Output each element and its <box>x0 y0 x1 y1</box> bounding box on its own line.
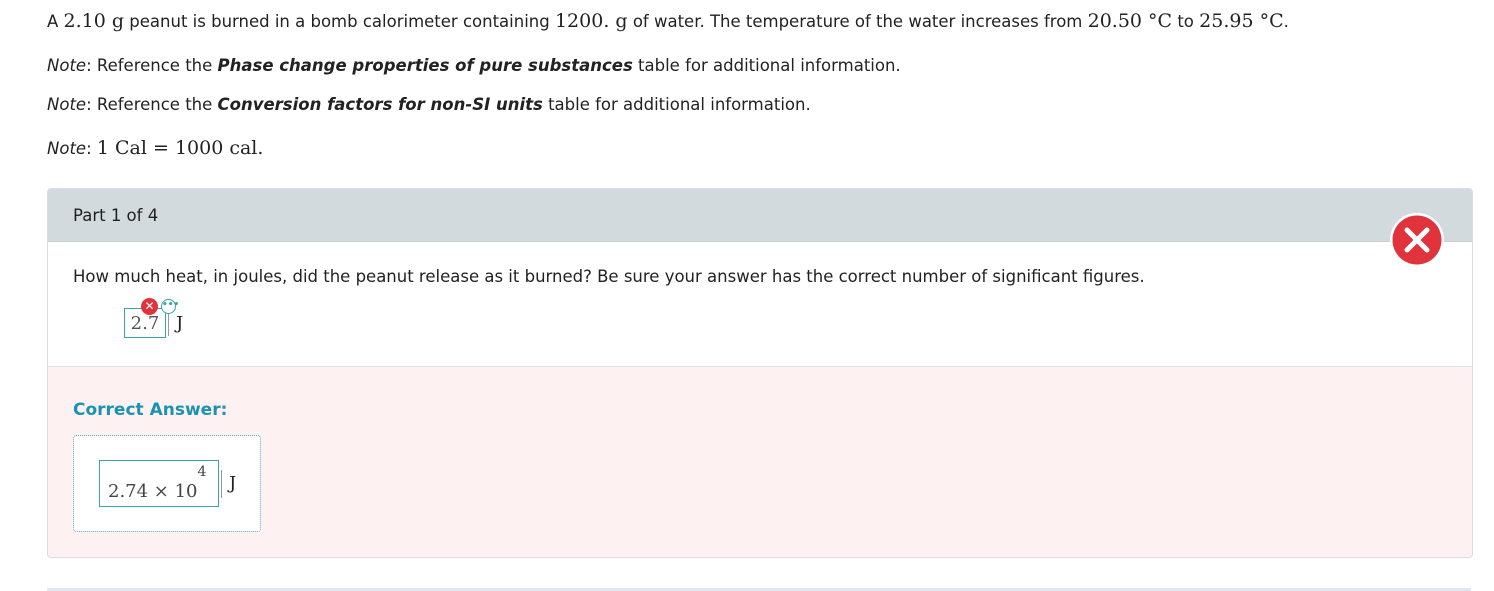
water-mass: 1200. g <box>554 10 628 32</box>
part-title: Part 1 of 4 <box>73 206 159 225</box>
correct-mantissa: 2.74 × 10 <box>108 481 198 502</box>
initial-temperature: 20.50 °C <box>1087 10 1173 32</box>
note-text: table for additional information. <box>542 95 811 114</box>
problem-statement: A 2.10 g peanut is burned in a bomb calo… <box>47 10 1289 32</box>
conversion-factors-table-link[interactable]: Conversion factors for non-SI units <box>218 95 543 114</box>
note-period: . <box>257 137 264 159</box>
note-text: : Reference the <box>86 56 218 75</box>
phase-change-table-link[interactable]: Phase change properties of pure substanc… <box>218 56 633 75</box>
correct-answer-frame: 2.74 × 104 J <box>73 435 261 532</box>
more-options-icon[interactable]: ••• <box>161 299 179 314</box>
note-separator: : <box>86 139 97 158</box>
problem-mid1: peanut is burned in a bomb calorimeter c… <box>124 12 555 31</box>
note-phase-change: Note: Reference the Phase change propert… <box>47 56 901 75</box>
student-answer-unit: J <box>168 310 183 336</box>
note-text: : Reference the <box>86 95 218 114</box>
wrong-answer-icon: ✕ <box>141 298 158 315</box>
problem-suffix: . <box>1283 12 1289 31</box>
correct-answer-value: 2.74 × 104 <box>99 460 219 507</box>
note-calorie: Note: 1 Cal = 1000 cal. <box>47 137 263 159</box>
note-label: Note <box>47 56 87 75</box>
part-header: Part 1 of 4 <box>48 189 1472 242</box>
incorrect-x-icon <box>1390 213 1444 267</box>
problem-mid2: of water. The temperature of the water i… <box>627 12 1088 31</box>
final-temperature: 25.95 °C <box>1199 10 1284 32</box>
note-label: Note <box>47 95 87 114</box>
note-text: table for additional information. <box>632 56 901 75</box>
question-text: How much heat, in joules, did the peanut… <box>73 267 1145 286</box>
correct-answer-section: Correct Answer: 2.74 × 104 J <box>48 366 1472 557</box>
part-card: Part 1 of 4 How much heat, in joules, di… <box>47 188 1473 558</box>
correct-answer-label: Correct Answer: <box>73 400 228 420</box>
problem-prefix: A <box>47 12 64 31</box>
note-conversion-factors: Note: Reference the Conversion factors f… <box>47 95 811 114</box>
correct-answer-unit: J <box>221 470 236 498</box>
calorie-conversion: 1 Cal = 1000 cal <box>96 137 258 159</box>
peanut-mass: 2.10 g <box>63 10 125 32</box>
correct-exponent: 4 <box>197 464 207 480</box>
note-label: Note <box>47 139 87 158</box>
problem-mid3: to <box>1172 12 1200 31</box>
